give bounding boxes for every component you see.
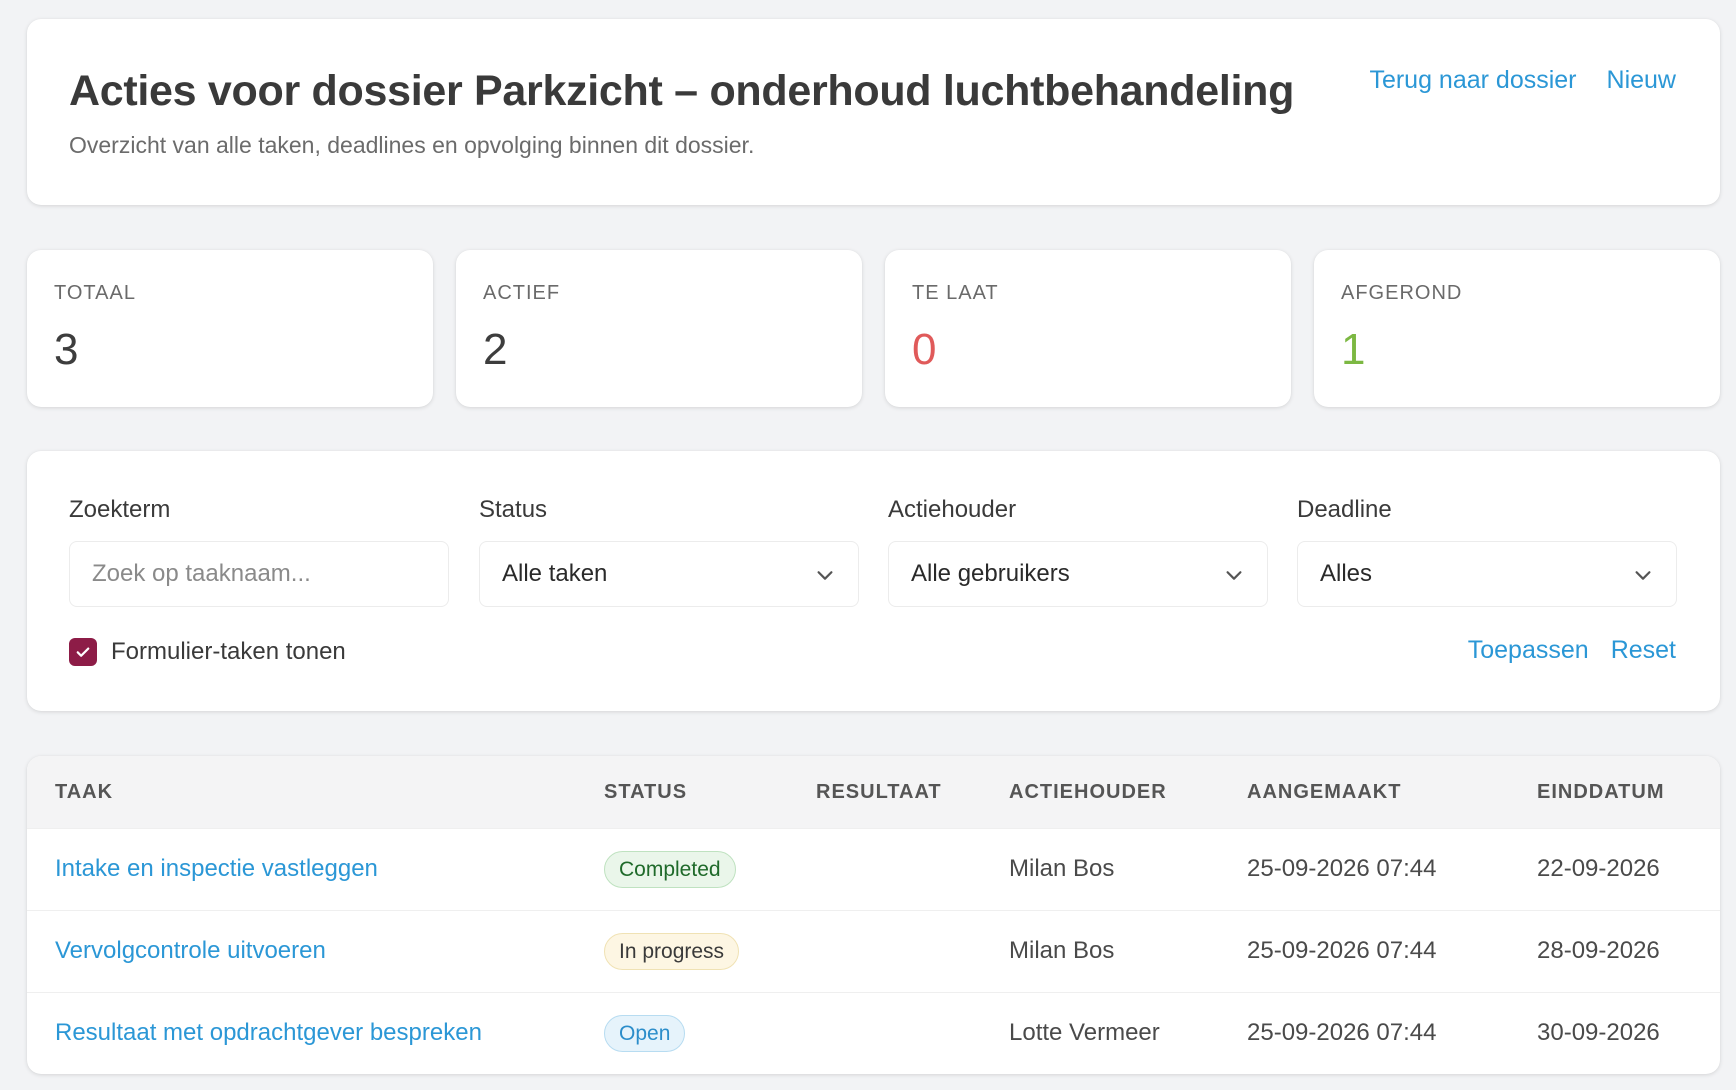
form-tasks-checkbox[interactable] bbox=[69, 638, 97, 666]
stat-label: AFGEROND bbox=[1341, 282, 1463, 304]
filter-panel: Zoekterm Status Alle taken Actiehouder A… bbox=[27, 451, 1720, 711]
owner-cell: Milan Bos bbox=[1009, 855, 1115, 882]
stat-label: TOTAAL bbox=[54, 282, 136, 304]
page-title: Acties voor dossier Parkzicht – onderhou… bbox=[69, 67, 1295, 115]
task-link[interactable]: Resultaat met opdrachtgever bespreken bbox=[55, 1019, 482, 1047]
status-badge: Open bbox=[604, 1015, 686, 1052]
status-select[interactable]: Alle taken bbox=[479, 541, 859, 607]
stat-card-total: TOTAAL 3 bbox=[27, 250, 433, 407]
table-header: TAAK STATUS RESULTAAT ACTIEHOUDER AANGEM… bbox=[27, 756, 1720, 828]
filter-actions: Toepassen Reset bbox=[1468, 636, 1676, 665]
chevron-down-icon bbox=[1635, 571, 1651, 580]
stat-value: 2 bbox=[483, 325, 508, 374]
created-cell: 25-09-2026 07:44 bbox=[1247, 1019, 1437, 1046]
stat-card-completed: AFGEROND 1 bbox=[1314, 250, 1720, 407]
table-row: Vervolgcontrole uitvoeren In progress Mi… bbox=[27, 910, 1720, 992]
page-subtitle: Overzicht van alle taken, deadlines en o… bbox=[69, 132, 755, 158]
task-link[interactable]: Intake en inspectie vastleggen bbox=[55, 855, 378, 883]
header-actions: Terug naar dossier Nieuw bbox=[1369, 66, 1676, 95]
deadline-label: Deadline bbox=[1297, 496, 1392, 523]
column-header-result[interactable]: RESULTAAT bbox=[816, 781, 942, 804]
chevron-down-icon bbox=[817, 571, 833, 580]
table-row: Intake en inspectie vastleggen Completed… bbox=[27, 828, 1720, 910]
task-link[interactable]: Vervolgcontrole uitvoeren bbox=[55, 937, 326, 965]
status-select-value: Alle taken bbox=[502, 560, 608, 587]
due-cell: 30-09-2026 bbox=[1537, 1019, 1660, 1046]
status-filter: Status Alle taken bbox=[479, 496, 859, 607]
column-header-owner[interactable]: ACTIEHOUDER bbox=[1009, 781, 1167, 804]
table-row: Resultaat met opdrachtgever bespreken Op… bbox=[27, 992, 1720, 1074]
deadline-select[interactable]: Alles bbox=[1297, 541, 1677, 607]
chevron-down-icon bbox=[1226, 571, 1242, 580]
stat-label: ACTIEF bbox=[483, 282, 561, 304]
owner-filter: Actiehouder Alle gebruikers bbox=[888, 496, 1268, 607]
column-header-status[interactable]: STATUS bbox=[604, 781, 687, 804]
status-badge: In progress bbox=[604, 933, 740, 970]
new-action-link[interactable]: Nieuw bbox=[1607, 66, 1676, 95]
column-header-task[interactable]: TAAK bbox=[55, 781, 113, 804]
stat-card-overdue: TE LAAT 0 bbox=[885, 250, 1291, 407]
reset-filters-link[interactable]: Reset bbox=[1611, 636, 1676, 665]
apply-filters-link[interactable]: Toepassen bbox=[1468, 636, 1589, 665]
deadline-select-value: Alles bbox=[1320, 560, 1373, 587]
checkmark-icon bbox=[76, 647, 90, 657]
search-field-wrapper bbox=[69, 541, 449, 607]
stat-value: 0 bbox=[912, 325, 937, 374]
created-cell: 25-09-2026 07:44 bbox=[1247, 937, 1437, 964]
form-tasks-toggle: Formulier-taken tonen bbox=[69, 638, 346, 666]
owner-label: Actiehouder bbox=[888, 496, 1017, 523]
form-tasks-label[interactable]: Formulier-taken tonen bbox=[111, 638, 346, 666]
due-cell: 28-09-2026 bbox=[1537, 937, 1660, 964]
status-label: Status bbox=[479, 496, 548, 523]
search-input[interactable] bbox=[92, 560, 426, 588]
owner-select-value: Alle gebruikers bbox=[911, 560, 1070, 587]
owner-cell: Milan Bos bbox=[1009, 937, 1115, 964]
search-label: Zoekterm bbox=[69, 496, 171, 523]
stat-label: TE LAAT bbox=[912, 282, 999, 304]
owner-cell: Lotte Vermeer bbox=[1009, 1019, 1160, 1046]
created-cell: 25-09-2026 07:44 bbox=[1247, 855, 1437, 882]
owner-select[interactable]: Alle gebruikers bbox=[888, 541, 1268, 607]
page-header: Acties voor dossier Parkzicht – onderhou… bbox=[27, 19, 1720, 205]
status-badge: Completed bbox=[604, 851, 736, 888]
stat-value: 1 bbox=[1341, 325, 1366, 374]
stat-card-active: ACTIEF 2 bbox=[456, 250, 862, 407]
deadline-filter: Deadline Alles bbox=[1297, 496, 1677, 607]
search-filter: Zoekterm bbox=[69, 496, 449, 607]
due-cell: 22-09-2026 bbox=[1537, 855, 1660, 882]
actions-table: TAAK STATUS RESULTAAT ACTIEHOUDER AANGEM… bbox=[27, 756, 1720, 1074]
column-header-due[interactable]: EINDDATUM bbox=[1537, 781, 1665, 804]
stat-value: 3 bbox=[54, 325, 79, 374]
back-to-dossier-link[interactable]: Terug naar dossier bbox=[1369, 66, 1576, 95]
column-header-created[interactable]: AANGEMAAKT bbox=[1247, 781, 1401, 804]
